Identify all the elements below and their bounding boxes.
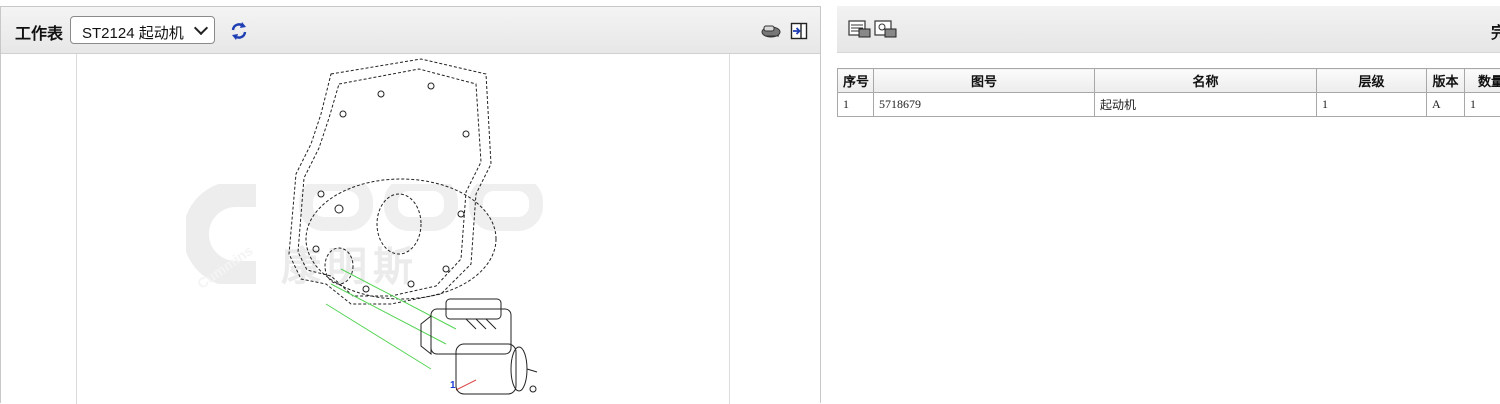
cell-qty: 1 (1465, 93, 1500, 117)
worksheet-toolbar: 工作表 ST2124 起动机 (1, 7, 820, 54)
col-header-version[interactable]: 版本 (1427, 69, 1465, 93)
cell-level: 1 (1317, 93, 1427, 117)
print-detail-icon[interactable] (873, 19, 897, 39)
cell-name: 起动机 (1095, 93, 1317, 117)
print-list-icon[interactable] (847, 19, 871, 39)
worksheet-label: 工作表 (15, 20, 63, 44)
col-header-level[interactable]: 层级 (1317, 69, 1427, 93)
bom-toolbar: 完 (837, 6, 1500, 53)
hand-pointer-icon[interactable] (760, 22, 782, 40)
part-callout[interactable]: 1 (450, 380, 456, 391)
bom-panel: 完 序号 图号 名称 层级 版本 数量 1 5718679 起动机 1 A (837, 6, 1500, 403)
drawing-frame-left (76, 54, 77, 404)
table-row[interactable]: 1 5718679 起动机 1 A 1 (838, 93, 1500, 117)
cell-version: A (1427, 93, 1465, 117)
bom-table: 序号 图号 名称 层级 版本 数量 1 5718679 起动机 1 A 1 (837, 68, 1500, 117)
drawing-frame-right (729, 54, 730, 404)
worksheet-select-value: ST2124 起动机 (82, 22, 184, 43)
toolbar-cut-label: 完 (1491, 19, 1500, 43)
export-icon[interactable] (790, 22, 808, 40)
refresh-icon[interactable] (229, 21, 249, 41)
col-header-name[interactable]: 名称 (1095, 69, 1317, 93)
worksheet-panel: 工作表 ST2124 起动机 (0, 6, 821, 403)
parts-drawing-area[interactable]: Cummins 康明斯 (1, 54, 820, 404)
col-header-part-no[interactable]: 图号 (874, 69, 1095, 93)
table-header-row: 序号 图号 名称 层级 版本 数量 (838, 69, 1500, 93)
chevron-down-icon (194, 21, 208, 35)
flywheel-housing-drawing (271, 54, 571, 404)
worksheet-select[interactable]: ST2124 起动机 (70, 16, 215, 44)
cell-seq: 1 (838, 93, 874, 117)
cell-part-no: 5718679 (874, 93, 1095, 117)
col-header-qty[interactable]: 数量 (1465, 69, 1500, 93)
col-header-seq[interactable]: 序号 (838, 69, 874, 93)
